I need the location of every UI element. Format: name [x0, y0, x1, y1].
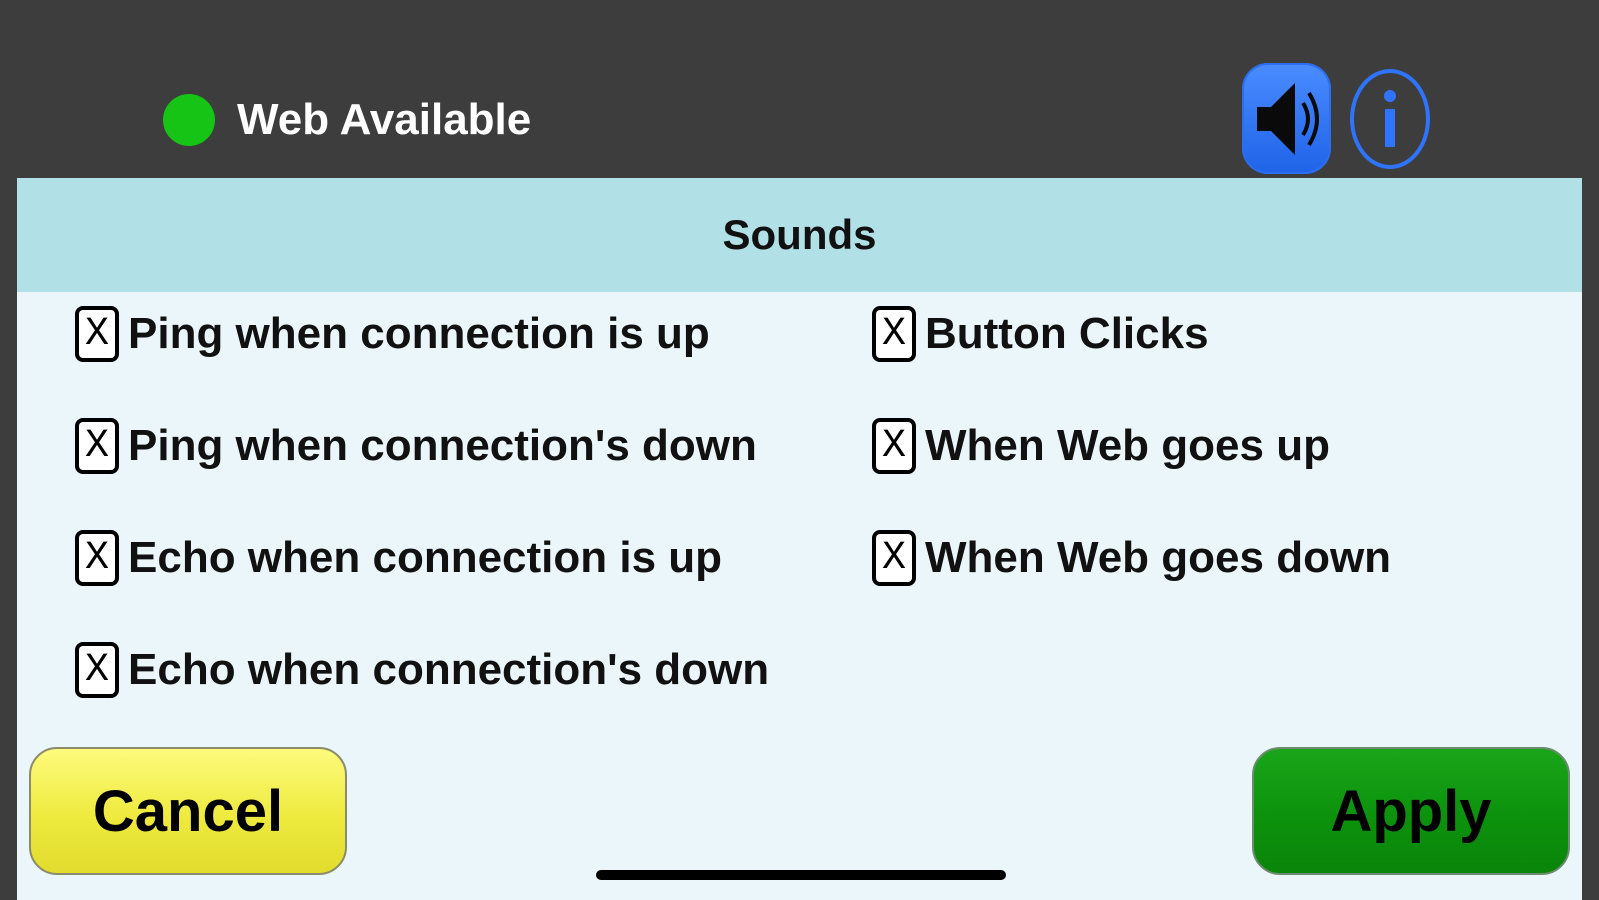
sound-button[interactable]: [1242, 63, 1331, 174]
option-echo-down[interactable]: X Echo when connection's down: [75, 639, 769, 701]
option-label: Button Clicks: [925, 309, 1209, 358]
home-indicator: [596, 870, 1006, 880]
option-ping-down[interactable]: X Ping when connection's down: [75, 415, 757, 477]
checkbox[interactable]: X: [872, 306, 916, 362]
apply-button[interactable]: Apply: [1252, 747, 1570, 875]
checkbox[interactable]: X: [75, 306, 119, 362]
sounds-panel: Sounds X Ping when connection is up X Pi…: [17, 178, 1582, 900]
option-web-down[interactable]: X When Web goes down: [872, 527, 1391, 589]
option-echo-up[interactable]: X Echo when connection is up: [75, 527, 722, 589]
checkbox[interactable]: X: [872, 418, 916, 474]
speaker-icon: [1256, 82, 1319, 155]
status-dot: [163, 94, 215, 146]
option-label: When Web goes up: [925, 421, 1330, 470]
info-button[interactable]: [1350, 69, 1430, 169]
status-indicator: Web Available: [163, 90, 531, 150]
info-icon: [1384, 90, 1396, 147]
status-label: Web Available: [237, 95, 532, 144]
checkbox[interactable]: X: [75, 530, 119, 586]
cancel-button[interactable]: Cancel: [29, 747, 347, 875]
option-button-clicks[interactable]: X Button Clicks: [872, 303, 1209, 365]
checkbox[interactable]: X: [75, 418, 119, 474]
panel-header: Sounds: [17, 178, 1582, 292]
option-ping-up[interactable]: X Ping when connection is up: [75, 303, 710, 365]
option-label: Ping when connection is up: [128, 309, 710, 358]
panel-title: Sounds: [722, 211, 877, 258]
option-label: When Web goes down: [925, 533, 1392, 582]
checkbox[interactable]: X: [872, 530, 916, 586]
option-label: Echo when connection is up: [128, 533, 723, 582]
option-label: Ping when connection's down: [128, 421, 757, 470]
option-web-up[interactable]: X When Web goes up: [872, 415, 1330, 477]
checkbox[interactable]: X: [75, 642, 119, 698]
option-label: Echo when connection's down: [128, 645, 770, 694]
